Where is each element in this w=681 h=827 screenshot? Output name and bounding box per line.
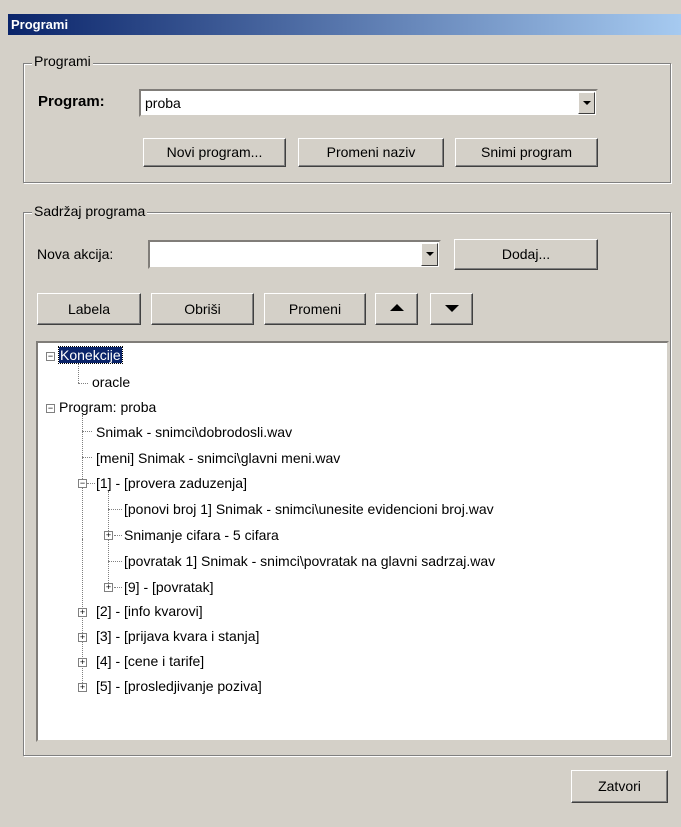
expand-icon[interactable]: + xyxy=(104,583,113,592)
tree-node-5[interactable]: [5] - [prosledjivanje poziva] xyxy=(96,678,262,695)
window-title: Programi xyxy=(11,17,69,32)
tree-node-4[interactable]: [4] - [cene i tarife] xyxy=(96,653,204,670)
sadrzaj-legend: Sadržaj programa xyxy=(32,203,148,219)
program-select-value: proba xyxy=(145,95,181,111)
nova-akcija-label: Nova akcija: xyxy=(37,246,114,262)
tree-node-3[interactable]: [3] - [prijava kvara i stanja] xyxy=(96,628,259,645)
expand-icon[interactable]: + xyxy=(78,683,87,692)
rename-program-button[interactable]: Promeni naziv xyxy=(298,138,444,167)
chevron-down-icon[interactable] xyxy=(578,92,595,114)
nova-akcija-select[interactable] xyxy=(148,240,441,269)
tree-node-povratak[interactable]: [povratak 1] Snimak - snimci\povratak na… xyxy=(124,553,495,570)
tree-node-label: Konekcije xyxy=(58,346,123,364)
close-button[interactable]: Zatvori xyxy=(571,770,668,803)
collapse-icon[interactable]: − xyxy=(78,479,87,488)
edit-button[interactable]: Promeni xyxy=(264,293,366,325)
move-up-button[interactable] xyxy=(375,293,418,325)
programi-legend: Programi xyxy=(32,53,93,69)
tree-node-ponovi[interactable]: [ponovi broj 1] Snimak - snimci\unesite … xyxy=(124,501,494,518)
label-button[interactable]: Labela xyxy=(37,293,141,325)
program-tree[interactable]: − Konekcije oracle − Program: proba Snim… xyxy=(36,341,669,742)
tree-node-1[interactable]: [1] - [provera zaduzenja] xyxy=(96,475,247,492)
add-button[interactable]: Dodaj... xyxy=(454,239,598,270)
expand-icon[interactable]: + xyxy=(78,633,87,642)
expand-icon[interactable]: + xyxy=(78,658,87,667)
tree-node-2[interactable]: [2] - [info kvarovi] xyxy=(96,603,203,620)
chevron-down-icon[interactable] xyxy=(421,243,438,266)
save-program-button[interactable]: Snimi program xyxy=(455,138,598,167)
delete-button[interactable]: Obriši xyxy=(151,293,254,325)
collapse-icon[interactable]: − xyxy=(46,404,55,413)
tree-node-snimanje[interactable]: Snimanje cifara - 5 cifara xyxy=(124,527,279,544)
tree-node-oracle[interactable]: oracle xyxy=(92,374,130,391)
tree-node-program[interactable]: Program: proba xyxy=(59,399,156,416)
expand-icon[interactable]: + xyxy=(78,608,87,617)
expand-icon[interactable]: + xyxy=(104,531,113,540)
title-bar: Programi xyxy=(8,14,681,35)
move-down-button[interactable] xyxy=(430,293,473,325)
collapse-icon[interactable]: − xyxy=(46,352,55,361)
program-select[interactable]: proba xyxy=(139,89,598,117)
program-label: Program: xyxy=(38,93,105,110)
tree-node-9[interactable]: [9] - [povratak] xyxy=(124,579,213,596)
new-program-button[interactable]: Novi program... xyxy=(143,138,286,167)
tree-node-snimak[interactable]: Snimak - snimci\dobrodosli.wav xyxy=(96,424,292,441)
tree-node-meni[interactable]: [meni] Snimak - snimci\glavni meni.wav xyxy=(96,450,340,467)
tree-node-konekcije[interactable]: Konekcije xyxy=(58,346,123,364)
